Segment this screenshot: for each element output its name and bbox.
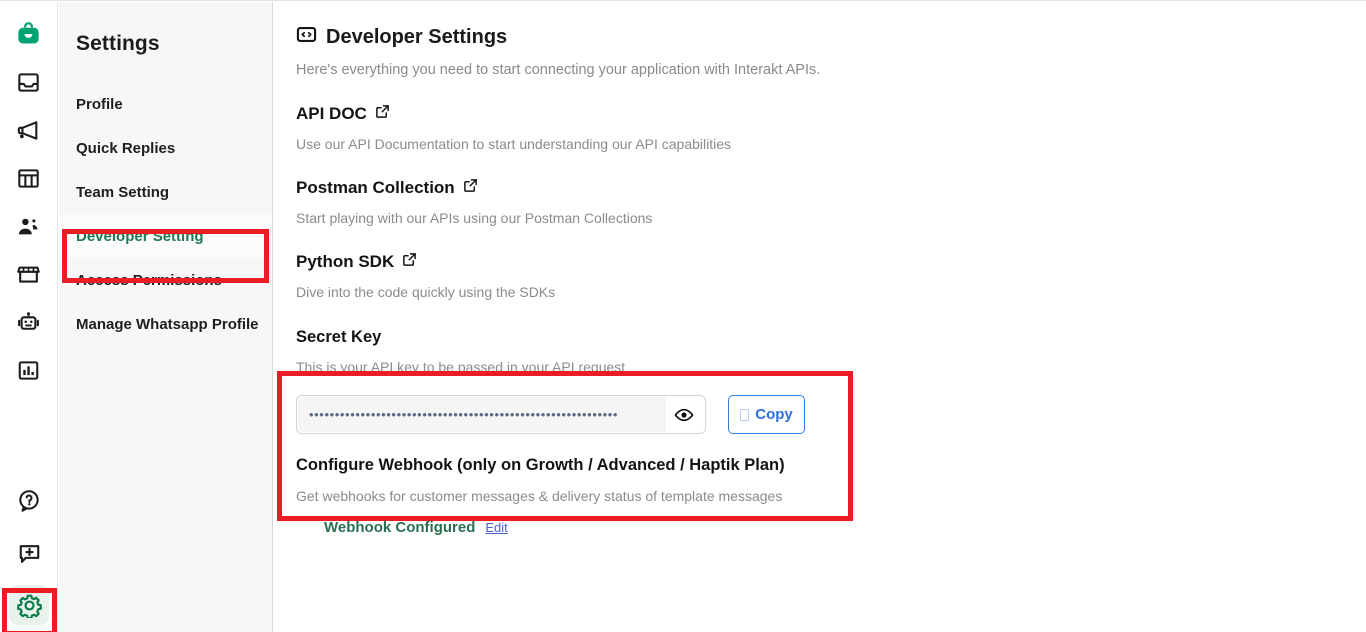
webhook-status-row: Webhook Configured Edit (296, 519, 1366, 536)
webhook-title: Configure Webhook (only on Growth / Adva… (296, 456, 1366, 475)
external-link-icon[interactable] (402, 252, 417, 272)
copy-icon (740, 409, 749, 421)
sidebar-title: Settings (59, 2, 272, 56)
sidebar-item-label: Profile (76, 96, 123, 113)
gear-icon (17, 593, 42, 618)
robot-icon[interactable] (9, 302, 49, 342)
external-link-icon[interactable] (375, 104, 390, 124)
section-python-sdk: Python SDK Dive into the code quickly us… (296, 252, 1366, 300)
section-postman-header[interactable]: Postman Collection (296, 178, 1366, 198)
secret-key-field[interactable]: ••••••••••••••••••••••••••••••••••••••••… (296, 395, 706, 434)
page-header: Developer Settings (296, 24, 1366, 50)
sidebar-item-manage-whatsapp-profile[interactable]: Manage Whatsapp Profile (59, 302, 272, 346)
sidebar-item-label: Developer Setting (76, 228, 204, 245)
section-description: Start playing with our APIs using our Po… (296, 210, 1366, 226)
inbox-icon[interactable] (9, 62, 49, 102)
sidebar-item-settings[interactable] (9, 585, 49, 625)
help-icon[interactable] (9, 481, 49, 521)
copy-button[interactable]: Copy (728, 395, 805, 434)
section-postman-collection: Postman Collection Start playing with ou… (296, 178, 1366, 226)
section-title: Postman Collection (296, 178, 455, 198)
section-api-doc: API DOC Use our API Documentation to sta… (296, 104, 1366, 152)
contacts-icon[interactable] (9, 206, 49, 246)
secret-key-value: ••••••••••••••••••••••••••••••••••••••••… (298, 397, 666, 432)
sidebar-item-developer-setting[interactable]: Developer Setting (59, 214, 272, 258)
analytics-icon[interactable] (9, 350, 49, 390)
new-message-icon[interactable] (9, 533, 49, 573)
sidebar-item-label: Team Setting (76, 184, 169, 201)
section-title: API DOC (296, 104, 367, 124)
sidebar-item-team-setting[interactable]: Team Setting (59, 170, 272, 214)
sidebar-item-profile[interactable]: Profile (59, 82, 272, 126)
brand-logo-icon[interactable] (9, 14, 49, 54)
section-api-doc-header[interactable]: API DOC (296, 104, 1366, 124)
app-icon-rail (0, 2, 58, 632)
sidebar-item-label: Access Permissions (76, 272, 222, 289)
status-badge: Webhook Configured (324, 519, 475, 536)
rail-top-group (9, 2, 49, 390)
rail-bottom-group (0, 481, 58, 632)
code-brackets-icon (296, 24, 317, 50)
eye-icon[interactable] (673, 404, 695, 426)
sidebar-item-quick-replies[interactable]: Quick Replies (59, 126, 272, 170)
secret-key-description: This is your API key to be passed in you… (296, 359, 1366, 375)
sidebar-menu: Profile Quick Replies Team Setting Devel… (59, 82, 272, 346)
section-description: Dive into the code quickly using the SDK… (296, 284, 1366, 300)
external-link-icon[interactable] (463, 178, 478, 198)
secret-key-row: ••••••••••••••••••••••••••••••••••••••••… (296, 395, 1366, 434)
secret-key-title: Secret Key (296, 328, 1366, 347)
section-configure-webhook: Configure Webhook (only on Growth / Adva… (296, 456, 1366, 536)
section-description: Use our API Documentation to start under… (296, 136, 1366, 152)
sidebar-item-access-permissions[interactable]: Access Permissions (59, 258, 272, 302)
page-subtitle: Here's everything you need to start conn… (296, 62, 1366, 78)
webhook-description: Get webhooks for customer messages & del… (296, 488, 1366, 504)
section-secret-key: Secret Key This is your API key to be pa… (296, 328, 1366, 434)
page-title: Developer Settings (326, 26, 507, 49)
copy-button-label: Copy (755, 406, 793, 423)
section-python-sdk-header[interactable]: Python SDK (296, 252, 1366, 272)
settings-sidebar: Settings Profile Quick Replies Team Sett… (59, 2, 273, 632)
app-root: Settings Profile Quick Replies Team Sett… (0, 0, 1366, 632)
sidebar-item-label: Quick Replies (76, 140, 175, 157)
section-title: Python SDK (296, 252, 394, 272)
sidebar-item-label: Manage Whatsapp Profile (76, 316, 259, 333)
storefront-icon[interactable] (9, 254, 49, 294)
main-content: Developer Settings Here's everything you… (274, 2, 1366, 632)
megaphone-icon[interactable] (9, 110, 49, 150)
kanban-icon[interactable] (9, 158, 49, 198)
webhook-edit-link[interactable]: Edit (485, 520, 507, 535)
